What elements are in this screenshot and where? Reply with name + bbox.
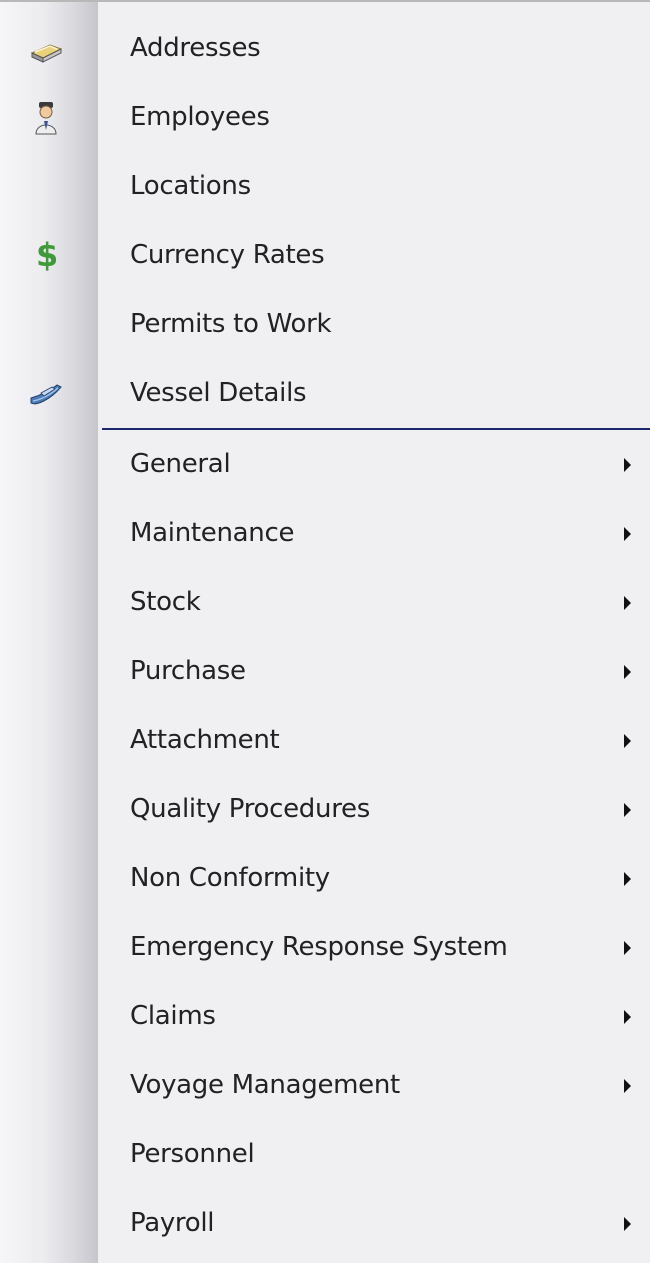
menu-item-claims[interactable]: Claims xyxy=(0,982,650,1051)
submenu-arrow-icon xyxy=(624,872,631,886)
menu-item-label: Vessel Details xyxy=(130,378,307,408)
menu-item-currency-rates[interactable]: $ Currency Rates xyxy=(0,221,650,290)
menu-item-non-conformity[interactable]: Non Conformity xyxy=(0,844,650,913)
menu-item-quality-procedures[interactable]: Quality Procedures xyxy=(0,775,650,844)
menu-item-locations[interactable]: Locations xyxy=(0,152,650,221)
employee-icon xyxy=(35,102,57,135)
context-menu: Addresses Employees Locations $ Currency… xyxy=(0,0,650,1263)
menu-item-label: Quality Procedures xyxy=(130,794,370,824)
menu-item-personnel[interactable]: Personnel xyxy=(0,1120,650,1189)
menu-item-label: Maintenance xyxy=(130,518,295,548)
submenu-arrow-icon xyxy=(624,941,631,955)
menu-item-attachment[interactable]: Attachment xyxy=(0,706,650,775)
menu-item-label: Addresses xyxy=(130,33,261,63)
submenu-arrow-icon xyxy=(624,596,631,610)
submenu-arrow-icon xyxy=(624,527,631,541)
menu-item-label: Employees xyxy=(130,102,270,132)
vessel-icon xyxy=(30,384,62,405)
submenu-arrow-icon xyxy=(624,1079,631,1093)
menu-item-maintenance[interactable]: Maintenance xyxy=(0,499,650,568)
menu-item-stock[interactable]: Stock xyxy=(0,568,650,637)
menu-item-label: Attachment xyxy=(130,725,280,755)
submenu-arrow-icon xyxy=(624,1010,631,1024)
menu-item-vessel-details[interactable]: Vessel Details xyxy=(0,359,650,428)
menu-item-label: Purchase xyxy=(130,656,246,686)
menu-item-label: Non Conformity xyxy=(130,863,330,893)
menu-item-label: Claims xyxy=(130,1001,216,1031)
submenu-arrow-icon xyxy=(624,1217,631,1231)
dollar-icon: $ xyxy=(36,236,59,274)
menu-item-label: Locations xyxy=(130,171,251,201)
menu-item-payroll[interactable]: Payroll xyxy=(0,1189,650,1258)
menu-item-label: Payroll xyxy=(130,1208,215,1238)
submenu-arrow-icon xyxy=(624,734,631,748)
menu-item-purchase[interactable]: Purchase xyxy=(0,637,650,706)
menu-item-addresses[interactable]: Addresses xyxy=(0,14,650,83)
submenu-arrow-icon xyxy=(624,803,631,817)
menu-item-label: Personnel xyxy=(130,1139,255,1169)
menu-item-employees[interactable]: Employees xyxy=(0,83,650,152)
menu-item-label: Currency Rates xyxy=(130,240,325,270)
address-book-icon xyxy=(30,44,63,63)
menu-item-label: Stock xyxy=(130,587,201,617)
menu-item-emergency-response-system[interactable]: Emergency Response System xyxy=(0,913,650,982)
menu-item-label: Voyage Management xyxy=(130,1070,400,1100)
submenu-arrow-icon xyxy=(624,458,631,472)
menu-item-label: General xyxy=(130,449,231,479)
menu-item-label: Emergency Response System xyxy=(130,932,508,962)
menu-item-permits-to-work[interactable]: Permits to Work xyxy=(0,290,650,359)
menu-items: Addresses Employees Locations $ Currency… xyxy=(0,14,650,1258)
menu-item-label: Permits to Work xyxy=(130,309,332,339)
submenu-arrow-icon xyxy=(624,665,631,679)
menu-item-voyage-management[interactable]: Voyage Management xyxy=(0,1051,650,1120)
menu-item-general[interactable]: General xyxy=(0,430,650,499)
